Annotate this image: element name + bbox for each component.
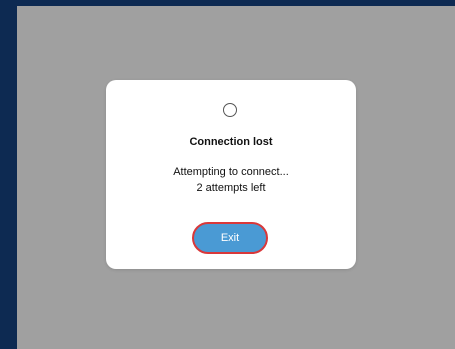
dialog-message: Attempting to connect... 2 attempts left [106, 164, 356, 196]
loading-spinner-icon [223, 103, 237, 117]
attempts-left-text: 2 attempts left [196, 182, 266, 194]
connecting-status-text: Attempting to connect... [173, 166, 289, 178]
dialog-title: Connection lost [189, 136, 273, 148]
exit-button[interactable]: Exit [192, 222, 268, 254]
connection-lost-dialog: Connection lost Attempting to connect...… [106, 80, 356, 269]
